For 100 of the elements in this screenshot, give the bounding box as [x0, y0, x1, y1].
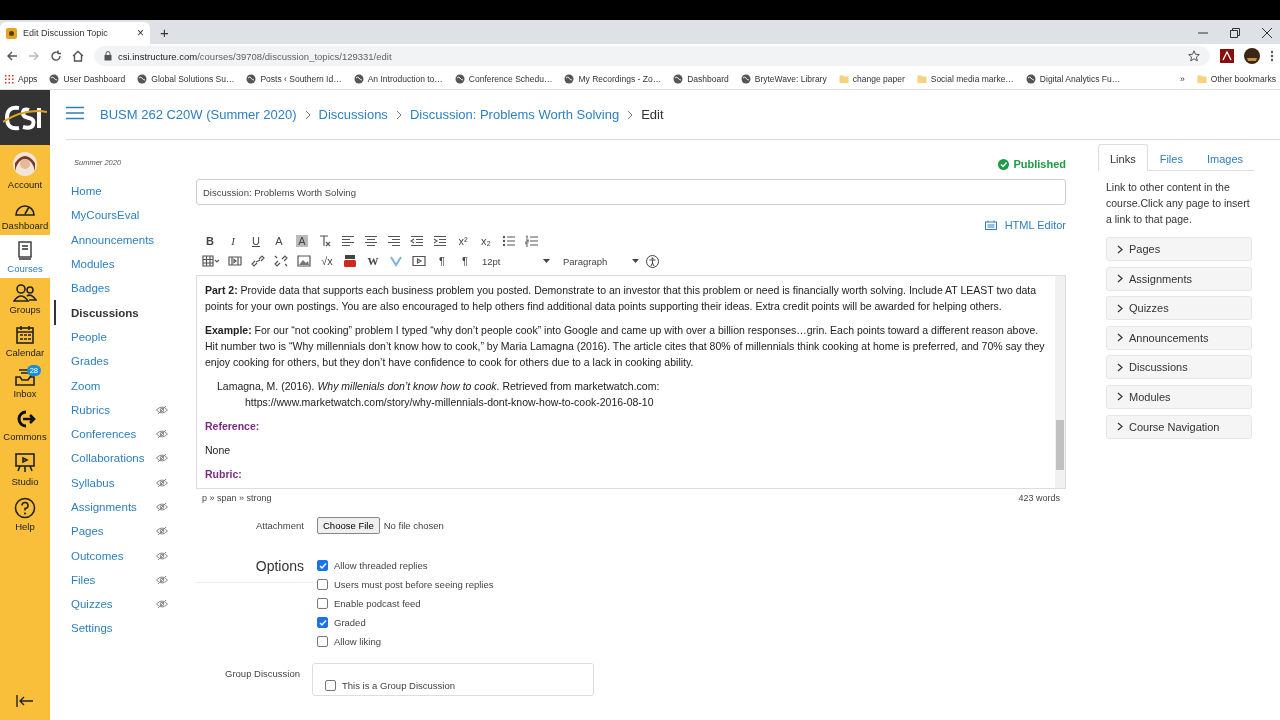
course-nav-link[interactable]: Pages	[54, 519, 196, 544]
tab-close-button[interactable]: ×	[137, 26, 144, 40]
breadcrumb-link[interactable]: Discussion: Problems Worth Solving	[409, 107, 620, 122]
accordion-section[interactable]: Assignments	[1106, 266, 1252, 291]
bookmark[interactable]: User Dashboard	[49, 73, 126, 84]
forward-icon	[28, 50, 40, 62]
caret-icon	[543, 259, 550, 263]
accordion-section[interactable]: Discussions	[1106, 355, 1252, 380]
address-bar[interactable]: csi.instructure.com/courses/39708/discussion_topics/129331/edit	[94, 46, 1210, 66]
chevron-icon	[1117, 274, 1123, 284]
checkbox-label: This is a Group Discussion	[342, 680, 455, 691]
more-bookmarks-button[interactable]: »	[1180, 73, 1185, 84]
star-icon	[1188, 50, 1200, 62]
table-button[interactable]	[200, 252, 222, 270]
bookmark[interactable]: An Introduction to…	[353, 73, 443, 84]
global-nav-item[interactable]: Groups	[0, 278, 50, 319]
section-heading: Rubric:	[205, 467, 243, 482]
course-nav-link[interactable]: Rubrics	[54, 397, 196, 422]
section-heading: Reference:	[205, 419, 261, 434]
subscript-button[interactable]: x₂	[476, 232, 496, 250]
course-nav-link[interactable]: Zoom	[54, 373, 196, 398]
panel-tab[interactable]: Links	[1098, 144, 1148, 171]
font-size-dropdown[interactable]: 12pt	[478, 255, 554, 267]
global-nav-item[interactable]: Account	[0, 145, 50, 194]
bookmark[interactable]: Posts ‹ Southern Id…	[246, 73, 342, 84]
course-nav-link[interactable]: Announcements	[54, 227, 196, 252]
logo[interactable]	[0, 90, 50, 145]
browser-tab[interactable]: Edit Discussion Topic ×	[0, 22, 150, 44]
checkbox[interactable]	[317, 636, 328, 647]
accordion-section[interactable]: Modules	[1106, 384, 1252, 409]
course-nav-link[interactable]: People	[54, 324, 196, 350]
ltr-button[interactable]: ¶	[432, 252, 452, 270]
global-nav-item[interactable]: Dashboard	[0, 194, 50, 235]
bookmark[interactable]: Other bookmarks	[1196, 73, 1276, 84]
word-count: 423 words	[1018, 493, 1060, 503]
superscript-button[interactable]: x²	[453, 232, 473, 250]
bookmark[interactable]: Apps	[4, 73, 38, 84]
underline-button[interactable]: U	[246, 232, 266, 250]
equation-button[interactable]: √x	[317, 252, 337, 270]
course-nav-link[interactable]: Quizzes	[54, 592, 196, 617]
format-dropdown[interactable]: Paragraph	[559, 255, 643, 267]
html-editor-link[interactable]: HTML Editor	[984, 219, 1066, 231]
help-icon	[14, 497, 36, 519]
course-nav-link[interactable]: Collaborations	[54, 446, 196, 471]
title-field[interactable]: Discussion: Problems Worth Solving	[196, 179, 1066, 205]
accordion-section[interactable]: Quizzes	[1106, 296, 1252, 321]
checkbox[interactable]	[317, 617, 328, 628]
text-align-icon	[387, 235, 401, 247]
global-nav-item[interactable]: Courses	[0, 235, 50, 278]
checkbox[interactable]	[317, 598, 328, 609]
restore-icon	[1230, 28, 1240, 38]
bookmark[interactable]: My Recordings - Zo…	[564, 73, 662, 84]
profile-icon	[1244, 48, 1260, 64]
breadcrumb-link[interactable]: Discussions	[318, 107, 388, 122]
globe-icon	[1025, 73, 1036, 84]
checkbox[interactable]	[317, 579, 328, 590]
rtl-button[interactable]: ¶	[455, 252, 475, 270]
checkbox-label: Allow threaded replies	[334, 560, 428, 571]
course-nav-link[interactable]: Home	[54, 179, 196, 204]
scrollbar[interactable]	[1055, 276, 1065, 488]
accordion-section[interactable]: Pages	[1106, 237, 1252, 261]
global-nav-item[interactable]: Studio	[0, 446, 50, 491]
accordion-section[interactable]: Announcements	[1106, 325, 1252, 350]
panel-tab[interactable]: Images	[1194, 144, 1255, 171]
global-nav-item[interactable]: Help	[0, 491, 50, 536]
course-nav-link[interactable]: Settings	[54, 616, 196, 641]
checkbox[interactable]	[325, 680, 336, 691]
bookmark[interactable]: change paper	[838, 73, 905, 84]
course-nav-link[interactable]: Badges	[54, 276, 196, 301]
breadcrumb-link[interactable]: BUSM 262 C20W (Summer 2020)	[100, 107, 297, 122]
bookmark[interactable]: Digital Analytics Fu…	[1025, 73, 1121, 84]
breadcrumb-link[interactable]: Edit	[641, 107, 664, 122]
bookmark[interactable]: Dashboard	[673, 73, 729, 84]
checkbox[interactable]	[317, 560, 328, 571]
choose-file-button[interactable]: Choose File	[317, 517, 380, 534]
course-nav-link[interactable]: Modules	[54, 251, 196, 277]
course-nav-link[interactable]: MyCoursEval	[54, 203, 196, 228]
italic-button[interactable]: I	[223, 232, 243, 250]
course-nav-link[interactable]: Outcomes	[54, 543, 196, 568]
bookmark[interactable]: BryteWave: Library	[740, 73, 827, 84]
bold-button[interactable]: B	[200, 232, 220, 250]
wiki-button[interactable]: W	[363, 252, 383, 270]
panel-tab[interactable]: Files	[1147, 144, 1195, 171]
global-nav-item[interactable]: Commons	[0, 403, 50, 446]
global-nav-item[interactable]: Calendar	[0, 319, 50, 362]
course-nav-link[interactable]: Assignments	[54, 494, 196, 520]
course-nav-link[interactable]: Grades	[54, 349, 196, 374]
chevron-icon	[395, 109, 402, 120]
new-tab-button[interactable]: +	[160, 24, 169, 41]
accordion-section[interactable]: Course Navigation	[1106, 414, 1252, 439]
course-nav-link[interactable]: Files	[54, 567, 196, 593]
text-color-button[interactable]: A	[269, 232, 289, 250]
bookmark[interactable]: Conference Schedu…	[454, 73, 553, 84]
course-nav-link[interactable]: Discussions	[54, 300, 196, 325]
highlight-button[interactable]: A	[296, 235, 308, 247]
image-button[interactable]	[294, 252, 314, 270]
course-nav-link[interactable]: Syllabus	[54, 470, 196, 495]
bookmark[interactable]: Global Solutions Su…	[137, 73, 235, 84]
course-nav-link[interactable]: Conferences	[54, 421, 196, 447]
bookmark[interactable]: Social media marke…	[916, 73, 1014, 84]
